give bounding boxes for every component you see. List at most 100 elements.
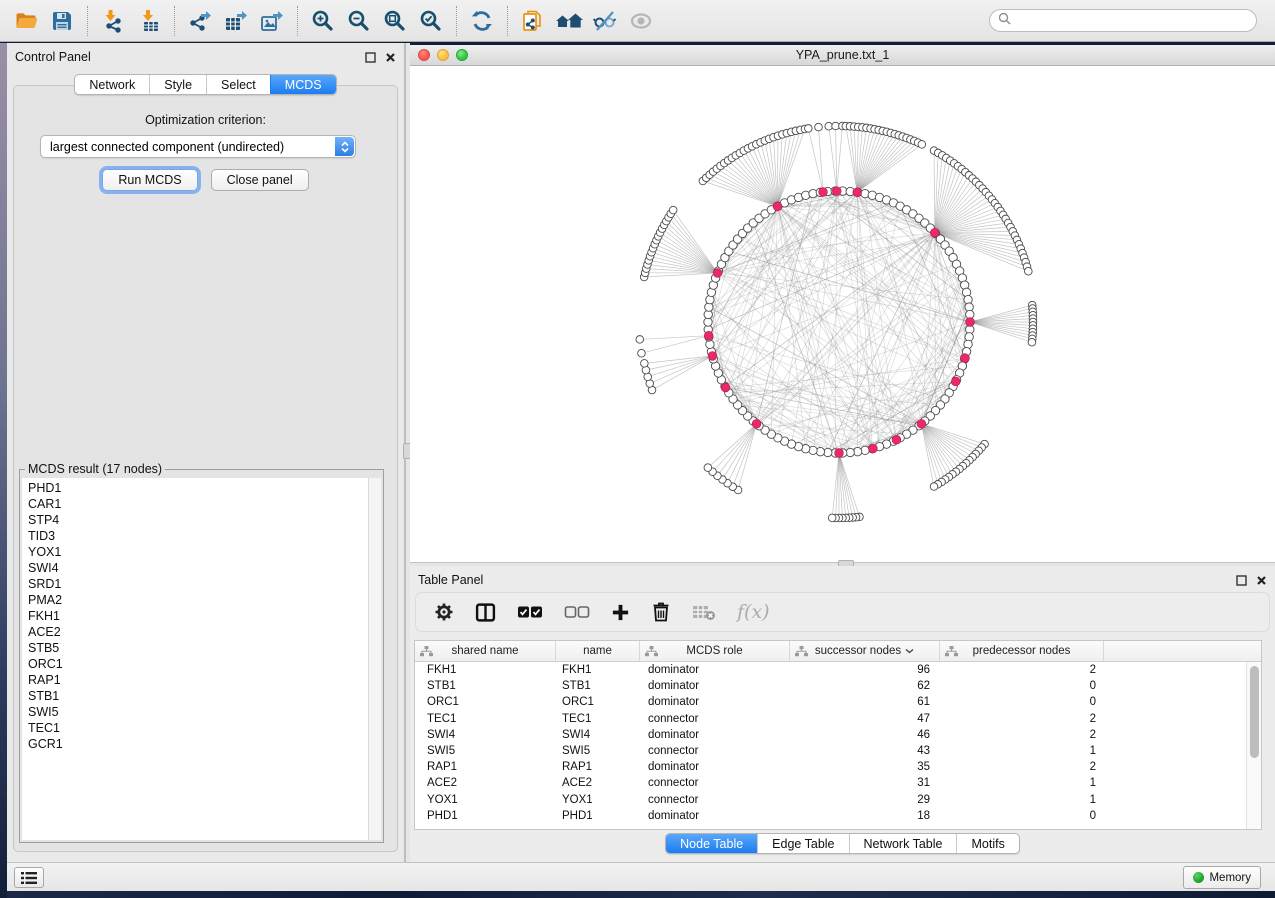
mcds-result-legend: MCDS result (17 nodes) [25, 462, 165, 476]
column-header-name[interactable]: name [556, 641, 640, 661]
mcds-result-item[interactable]: TEC1 [22, 720, 368, 736]
import-table-button[interactable] [131, 4, 167, 38]
tab-node-table[interactable]: Node Table [666, 834, 757, 853]
select-all-checkboxes-button[interactable] [517, 605, 543, 619]
column-label: name [583, 645, 612, 657]
close-table-panel-icon[interactable] [1256, 573, 1267, 591]
mcds-result-item[interactable]: YOX1 [22, 544, 368, 560]
tab-motifs[interactable]: Motifs [956, 834, 1018, 853]
table-cell: 96 [790, 664, 940, 676]
add-column-button[interactable] [611, 603, 630, 622]
table-row[interactable]: FKH1FKH1dominator962 [415, 662, 1246, 678]
mcds-result-item[interactable]: SRD1 [22, 576, 368, 592]
import-network-button[interactable] [95, 4, 131, 38]
table-settings-button[interactable] [434, 602, 454, 622]
network-canvas[interactable] [410, 66, 1275, 562]
float-panel-icon[interactable] [365, 50, 376, 68]
search-box[interactable] [989, 9, 1257, 32]
table-cell: YOX1 [556, 794, 640, 806]
tab-edge-table[interactable]: Edge Table [757, 834, 848, 853]
mcds-result-item[interactable]: TID3 [22, 528, 368, 544]
open-session-button[interactable] [8, 4, 44, 38]
tab-network-table[interactable]: Network Table [849, 834, 957, 853]
mcds-result-item[interactable]: ORC1 [22, 656, 368, 672]
table-row[interactable]: TEC1TEC1connector472 [415, 711, 1246, 727]
table-cell: 2 [940, 729, 1104, 741]
mcds-result-item[interactable]: PMA2 [22, 592, 368, 608]
zoom-fit-button[interactable] [377, 4, 413, 38]
network-documents-button[interactable] [515, 4, 551, 38]
zoom-in-button[interactable] [305, 4, 341, 38]
save-session-button[interactable] [44, 4, 80, 38]
hide-graphics-details-button[interactable] [587, 4, 623, 38]
search-icon [998, 12, 1011, 30]
mcds-result-item[interactable]: STP4 [22, 512, 368, 528]
main-toolbar [0, 0, 1275, 42]
run-mcds-button[interactable]: Run MCDS [102, 169, 197, 191]
mcds-result-item[interactable]: FKH1 [22, 608, 368, 624]
save-session-icon [51, 10, 73, 32]
mcds-result-item[interactable]: CAR1 [22, 496, 368, 512]
table-cell: 1 [940, 794, 1104, 806]
clear-all-checkboxes-button[interactable] [564, 605, 590, 619]
column-label: MCDS role [686, 645, 742, 657]
table-cell: PHD1 [556, 810, 640, 822]
table-row[interactable]: RAP1RAP1dominator352 [415, 759, 1246, 775]
table-row[interactable]: STB1STB1dominator620 [415, 678, 1246, 694]
mcds-result-item[interactable]: RAP1 [22, 672, 368, 688]
close-panel-icon[interactable] [385, 50, 396, 68]
table-cell: TEC1 [415, 713, 556, 725]
toggle-panes-button[interactable] [475, 602, 496, 623]
mcds-result-item[interactable]: SWI4 [22, 560, 368, 576]
refresh-view-button[interactable] [464, 4, 500, 38]
mcds-result-item[interactable]: PHD1 [22, 480, 368, 496]
table-row[interactable]: ACE2ACE2connector311 [415, 775, 1246, 791]
zoom-out-button[interactable] [341, 4, 377, 38]
mcds-result-item[interactable]: STB1 [22, 688, 368, 704]
mcds-result-item[interactable]: STB5 [22, 640, 368, 656]
table-row[interactable]: PHD1PHD1dominator180 [415, 808, 1246, 824]
tab-network[interactable]: Network [75, 75, 149, 94]
network-window-titlebar[interactable]: YPA_prune.txt_1 [410, 45, 1275, 66]
export-table-button[interactable] [218, 4, 254, 38]
table-scrollbar[interactable] [1246, 662, 1261, 829]
table-row[interactable]: SWI4SWI4dominator462 [415, 727, 1246, 743]
export-network-button[interactable] [182, 4, 218, 38]
task-history-button[interactable] [14, 867, 44, 888]
mcds-result-item[interactable]: ACE2 [22, 624, 368, 640]
column-header-predecessor-nodes[interactable]: predecessor nodes [940, 641, 1104, 661]
float-table-panel-icon[interactable] [1236, 573, 1247, 591]
tab-style[interactable]: Style [149, 75, 206, 94]
column-header-MCDS-role[interactable]: MCDS role [640, 641, 790, 661]
clear-all-checkboxes-icon [564, 605, 590, 619]
table-scrollbar-thumb[interactable] [1250, 666, 1259, 758]
table-cell: STB1 [415, 680, 556, 692]
close-panel-button[interactable]: Close panel [211, 169, 309, 191]
delete-column-button[interactable] [651, 601, 671, 623]
zoom-out-icon [347, 9, 371, 33]
table-row[interactable]: YOX1YOX1connector291 [415, 792, 1246, 808]
tab-select[interactable]: Select [206, 75, 270, 94]
mcds-result-item[interactable]: SWI5 [22, 704, 368, 720]
mcds-list-scrollbar[interactable] [369, 478, 381, 840]
mcds-result-item[interactable]: GCR1 [22, 736, 368, 752]
network-window-title: YPA_prune.txt_1 [410, 48, 1275, 62]
table-row[interactable]: SWI5SWI5connector431 [415, 743, 1246, 759]
tab-mcds[interactable]: MCDS [270, 75, 336, 94]
memory-button[interactable]: Memory [1183, 866, 1261, 889]
table-cell: connector [640, 745, 790, 757]
zoom-selected-button[interactable] [413, 4, 449, 38]
table-row[interactable]: ORC1ORC1dominator610 [415, 694, 1246, 710]
table-settings-icon [434, 602, 454, 622]
search-input[interactable] [1016, 12, 1256, 30]
delete-column-icon [651, 601, 671, 623]
optimization-criterion-select[interactable]: largest connected component (undirected) [40, 135, 356, 158]
optimization-criterion-label: Optimization criterion: [14, 113, 397, 127]
column-header-successor-nodes[interactable]: successor nodes [790, 641, 940, 661]
network-graph[interactable] [410, 66, 1275, 562]
export-image-button[interactable] [254, 4, 290, 38]
column-header-shared-name[interactable]: shared name [415, 641, 556, 661]
criterion-selected-value: largest connected component (undirected) [50, 140, 284, 154]
home-button[interactable] [551, 4, 587, 38]
mcds-result-list[interactable]: PHD1CAR1STP4TID3YOX1SWI4SRD1PMA2FKH1ACE2… [22, 478, 369, 840]
